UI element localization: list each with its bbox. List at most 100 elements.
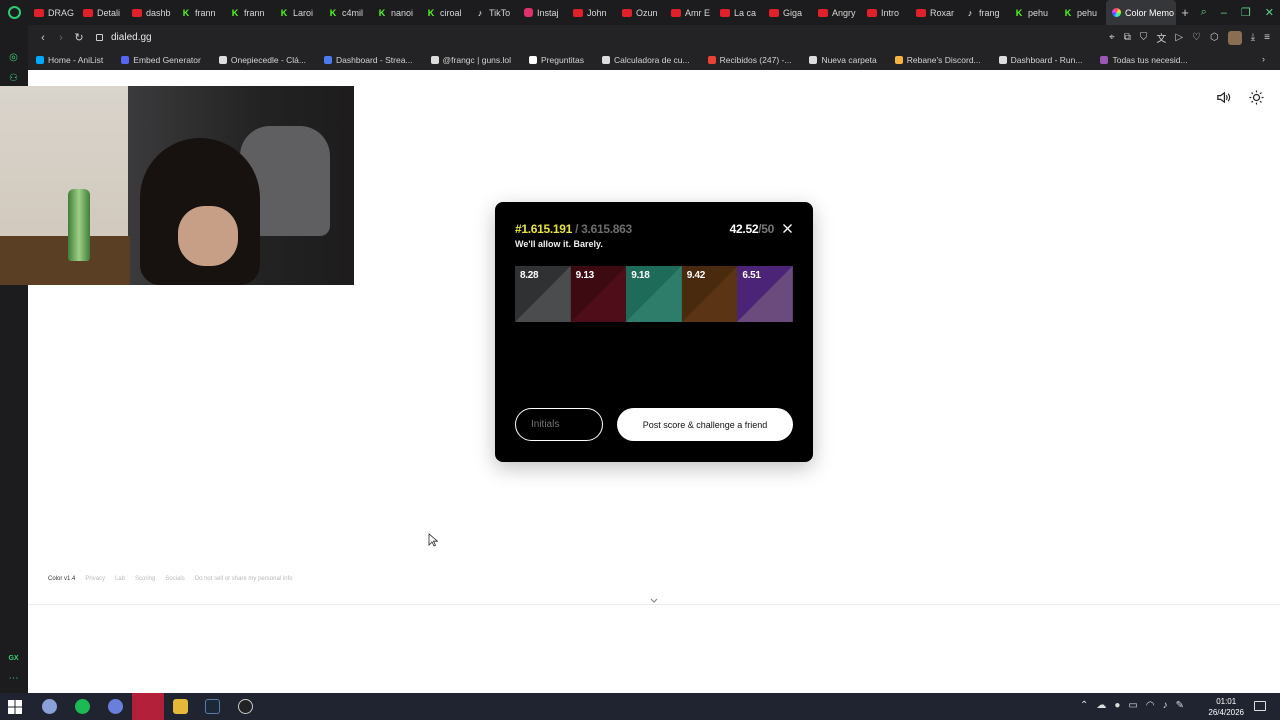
footer-link[interactable]: Color v1.4: [48, 576, 75, 582]
bookmark-item[interactable]: Onepiecedle - Clá...: [218, 55, 306, 65]
webcam-overlay: [0, 86, 354, 285]
webcam-table: [0, 236, 130, 285]
minimize-icon[interactable]: –: [1221, 7, 1227, 19]
new-tab-button[interactable]: +: [1176, 5, 1194, 20]
bookmark-item[interactable]: Home - AniList: [36, 55, 103, 65]
bookmark-item[interactable]: Rebane's Discord...: [894, 55, 981, 65]
tab-0[interactable]: DRAG: [28, 0, 77, 25]
spotify-icon[interactable]: [75, 699, 90, 714]
tab-16[interactable]: Angry: [812, 0, 861, 25]
forward-icon[interactable]: ›: [52, 32, 70, 44]
tab-7[interactable]: Knanoi: [371, 0, 420, 25]
sound-icon[interactable]: [1216, 90, 1231, 105]
cloud-icon[interactable]: ☁: [1096, 700, 1106, 711]
extensions-icon[interactable]: ⬡: [1210, 32, 1219, 43]
profile-avatar[interactable]: [1227, 30, 1242, 45]
screenshot-icon[interactable]: ⧉: [1124, 32, 1131, 43]
refresh-ring-icon[interactable]: ◎: [7, 52, 20, 65]
taskbar-app-icon[interactable]: [42, 699, 57, 714]
bookmark-item[interactable]: Recibidos (247) -...: [707, 55, 791, 65]
tab-8[interactable]: Kciroal: [420, 0, 469, 25]
tab-9[interactable]: ♪ TikTo: [469, 0, 518, 25]
tab-label: pehu: [1028, 7, 1049, 18]
volume-icon[interactable]: ♪: [1163, 700, 1168, 711]
sun-icon[interactable]: [1249, 90, 1264, 105]
tab-3[interactable]: Kfrann: [175, 0, 224, 25]
tab-1[interactable]: Detali: [77, 0, 126, 25]
post-score-button[interactable]: Post score & challenge a friend: [617, 408, 793, 441]
tab-6[interactable]: Kc4mil: [322, 0, 371, 25]
reload-icon[interactable]: ↻: [70, 31, 88, 44]
bookmark-item[interactable]: Dashboard - Run...: [998, 55, 1082, 65]
obs-icon[interactable]: [238, 699, 253, 714]
gx-logo-icon[interactable]: GX: [7, 655, 20, 668]
browser-app-icon[interactable]: [108, 699, 123, 714]
tab-17[interactable]: Intro: [861, 0, 910, 25]
bookmark-item[interactable]: Dashboard - Strea...: [323, 55, 413, 65]
close-window-icon[interactable]: ✕: [1265, 6, 1274, 19]
footer-link[interactable]: Socials: [165, 576, 184, 582]
footer-link[interactable]: Lab: [115, 576, 125, 582]
tab-15[interactable]: Giga: [763, 0, 812, 25]
youtube-icon: [573, 8, 583, 17]
back-icon[interactable]: ‹: [34, 32, 52, 44]
bookmark-favicon-icon: [121, 56, 130, 64]
chevron-down-icon[interactable]: [648, 596, 660, 606]
color-swatch: 9.13: [570, 266, 627, 322]
play-icon[interactable]: ▷: [1175, 32, 1183, 43]
score-value: 42.52: [729, 222, 759, 236]
tab-14[interactable]: La ca: [714, 0, 763, 25]
display-icon[interactable]: ▭: [1128, 700, 1137, 711]
windows-start-icon[interactable]: [8, 700, 22, 714]
tab-10[interactable]: Instaj: [518, 0, 567, 25]
microphone-icon[interactable]: ●: [1114, 700, 1120, 711]
bookmark-label: Home - AniList: [48, 55, 104, 65]
more-icon[interactable]: ⋯: [7, 673, 20, 686]
menu-icon[interactable]: ≡: [1264, 32, 1270, 43]
tab-21[interactable]: Kpehu: [1057, 0, 1106, 25]
tab-5[interactable]: K Laroi: [273, 0, 322, 25]
steam-icon[interactable]: [205, 699, 220, 714]
file-explorer-icon[interactable]: [173, 699, 188, 714]
tab-4[interactable]: Kfrann: [224, 0, 273, 25]
bookmark-item[interactable]: @frangc | guns.lol: [430, 55, 511, 65]
footer-link[interactable]: Privacy: [85, 576, 105, 582]
bookmark-item[interactable]: Nueva carpeta: [809, 55, 877, 65]
bookmark-item[interactable]: Embed Generator: [121, 55, 201, 65]
taskbar-clock[interactable]: 01:01 26/4/2026: [1208, 696, 1244, 718]
close-icon[interactable]: [782, 223, 793, 234]
tab-13[interactable]: Amr E: [665, 0, 714, 25]
maximize-icon[interactable]: ❐: [1241, 6, 1251, 19]
tab-11[interactable]: John: [567, 0, 616, 25]
tab-19[interactable]: ♪ frang: [959, 0, 1008, 25]
shield-icon[interactable]: ⛉: [1140, 32, 1148, 43]
youtube-icon: [622, 8, 632, 17]
footer-link[interactable]: Do not sell or share my personal info: [195, 576, 293, 582]
pen-icon[interactable]: ✎: [1176, 700, 1184, 711]
tab-2[interactable]: dashb: [126, 0, 175, 25]
heart-icon[interactable]: ♡: [1192, 32, 1201, 43]
initials-input[interactable]: [515, 408, 603, 441]
tab-active[interactable]: Color Memo: [1106, 0, 1176, 25]
bookmark-item[interactable]: Calculadora de cu...: [602, 55, 690, 65]
bookmarks-more-icon[interactable]: ›: [1262, 54, 1272, 64]
opera-gx-logo-icon[interactable]: [0, 0, 28, 25]
wifi-icon[interactable]: ◠: [1146, 700, 1155, 711]
footer-link[interactable]: Scoring: [135, 576, 155, 582]
system-tray: ⌃ ☁ ● ▭ ◠ ♪ ✎: [1080, 700, 1184, 711]
search-icon[interactable]: ⌕: [1201, 6, 1207, 19]
gx-control-icon[interactable]: ⚇: [7, 73, 20, 86]
url-field[interactable]: dialed.gg: [96, 32, 152, 43]
download-icon[interactable]: ⤓: [1251, 32, 1255, 43]
bookmark-item[interactable]: Todas tus necesid...: [1100, 55, 1188, 65]
opera-gx-taskbar-active[interactable]: [132, 693, 164, 720]
tab-20[interactable]: Kpehu: [1008, 0, 1057, 25]
tab-12[interactable]: Ozun: [616, 0, 665, 25]
bookmark-item[interactable]: Preguntitas: [529, 55, 584, 65]
kick-icon: K: [182, 7, 190, 18]
tab-18[interactable]: Roxar: [910, 0, 959, 25]
notifications-icon[interactable]: [1254, 701, 1266, 711]
tray-expand-icon[interactable]: ⌃: [1080, 700, 1088, 711]
pin-icon[interactable]: ⌖: [1109, 32, 1115, 43]
translate-icon[interactable]: 文: [1156, 30, 1166, 45]
